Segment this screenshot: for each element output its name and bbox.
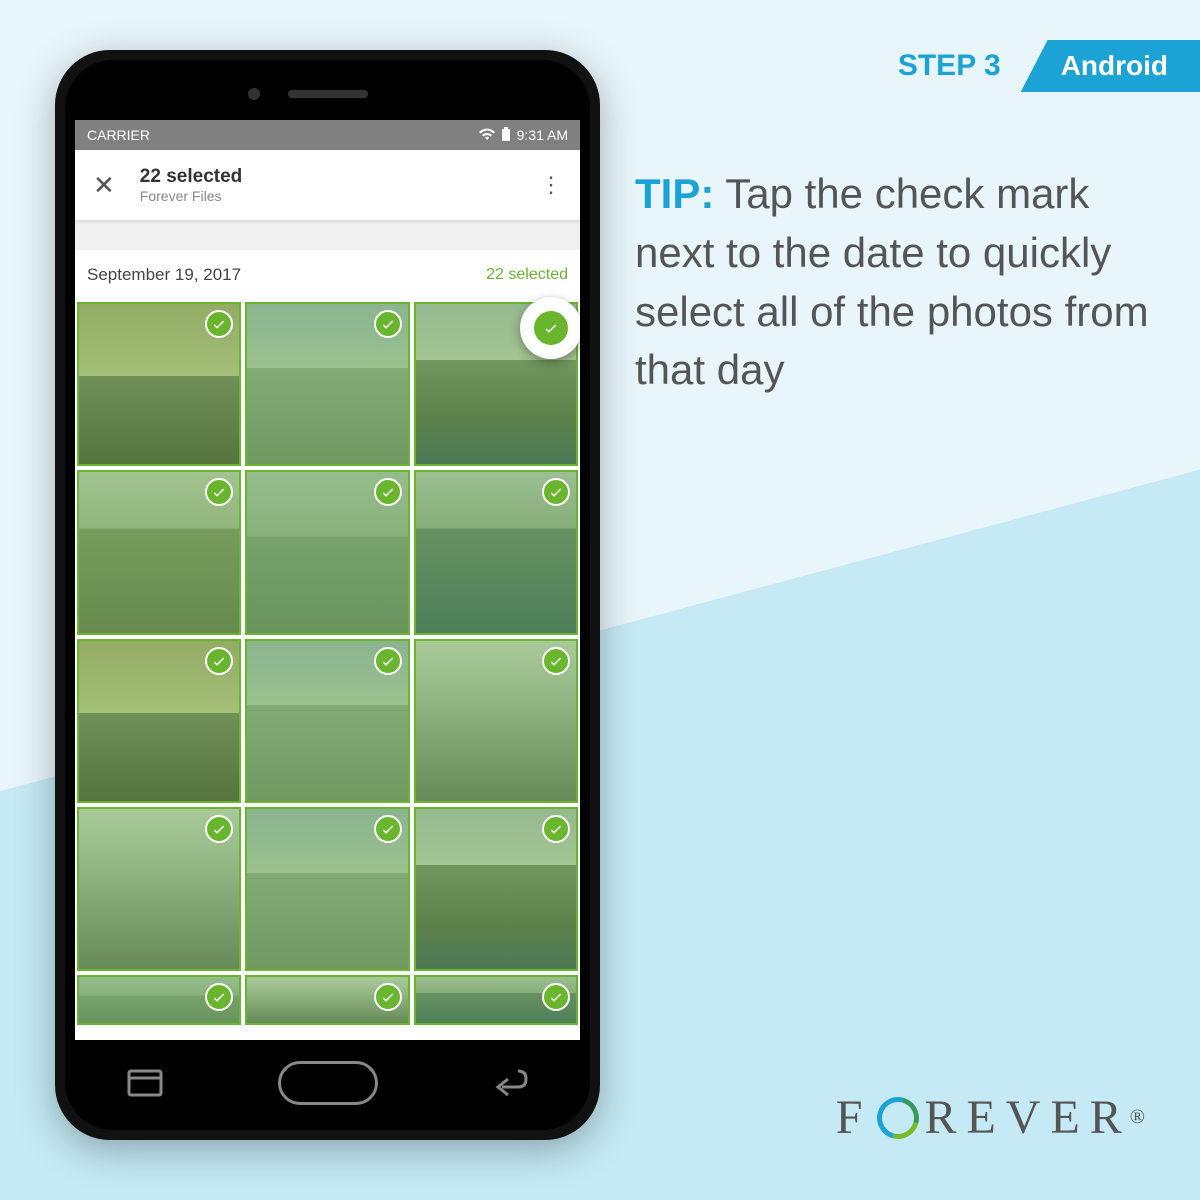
- check-icon: [542, 815, 570, 843]
- date-selected-count: 22 selected: [486, 266, 568, 284]
- check-icon: [374, 478, 402, 506]
- app-bar-title: 22 selected: [140, 166, 540, 188]
- date-label: September 19, 2017: [87, 265, 241, 285]
- platform-badge: Android: [1021, 40, 1200, 92]
- check-icon: [374, 815, 402, 843]
- back-button[interactable]: [490, 1069, 530, 1097]
- check-icon: [542, 647, 570, 675]
- photo-thumbnail[interactable]: [245, 470, 409, 634]
- overflow-menu-icon[interactable]: ⋮: [540, 172, 562, 198]
- select-all-highlight: [520, 297, 580, 359]
- photo-thumbnail[interactable]: [245, 302, 409, 466]
- photo-thumbnail[interactable]: [245, 807, 409, 971]
- check-icon: [374, 647, 402, 675]
- photo-thumbnail[interactable]: [414, 639, 578, 803]
- close-icon[interactable]: ✕: [93, 170, 115, 201]
- registered-mark: ®: [1130, 1106, 1145, 1129]
- phone-screen: CARRIER 9:31 AM ✕ 22 selected Forever Fi…: [75, 120, 580, 1040]
- step-label: STEP 3: [898, 49, 1001, 83]
- photo-thumbnail[interactable]: [245, 639, 409, 803]
- recent-apps-button[interactable]: [125, 1068, 165, 1098]
- app-bar: ✕ 22 selected Forever Files ⋮: [75, 150, 580, 220]
- phone-camera: [248, 88, 260, 100]
- photo-thumbnail[interactable]: [414, 807, 578, 971]
- photo-thumbnail[interactable]: [77, 975, 241, 1025]
- tip-label: TIP:: [635, 170, 714, 217]
- photo-grid: [75, 300, 580, 1027]
- photo-thumbnail[interactable]: [414, 975, 578, 1025]
- check-icon: [205, 647, 233, 675]
- spacer: [75, 220, 580, 250]
- carrier-label: CARRIER: [87, 127, 150, 143]
- forever-o-icon: [870, 1089, 927, 1146]
- home-button[interactable]: [278, 1061, 378, 1105]
- tip-text: TIP: Tap the check mark next to the date…: [635, 165, 1170, 400]
- status-time: 9:31 AM: [517, 127, 568, 143]
- phone-speaker: [288, 90, 368, 98]
- status-bar: CARRIER 9:31 AM: [75, 120, 580, 150]
- check-icon: [374, 983, 402, 1011]
- forever-logo: FREVER®: [836, 1090, 1145, 1145]
- wifi-icon: [479, 127, 495, 143]
- photo-thumbnail[interactable]: [245, 975, 409, 1025]
- phone-frame: CARRIER 9:31 AM ✕ 22 selected Forever Fi…: [55, 50, 600, 1140]
- header-tag: STEP 3 Android: [898, 40, 1200, 92]
- photo-thumbnail[interactable]: [77, 807, 241, 971]
- app-bar-subtitle: Forever Files: [140, 188, 540, 204]
- photo-thumbnail[interactable]: [77, 639, 241, 803]
- phone-hardware-buttons: [65, 1048, 590, 1118]
- photo-thumbnail[interactable]: [414, 470, 578, 634]
- battery-icon: [501, 127, 511, 144]
- select-all-check-icon[interactable]: [532, 309, 570, 347]
- photo-thumbnail[interactable]: [77, 302, 241, 466]
- date-header: September 19, 2017 22 selected: [75, 250, 580, 300]
- check-icon: [374, 310, 402, 338]
- photo-thumbnail[interactable]: [77, 470, 241, 634]
